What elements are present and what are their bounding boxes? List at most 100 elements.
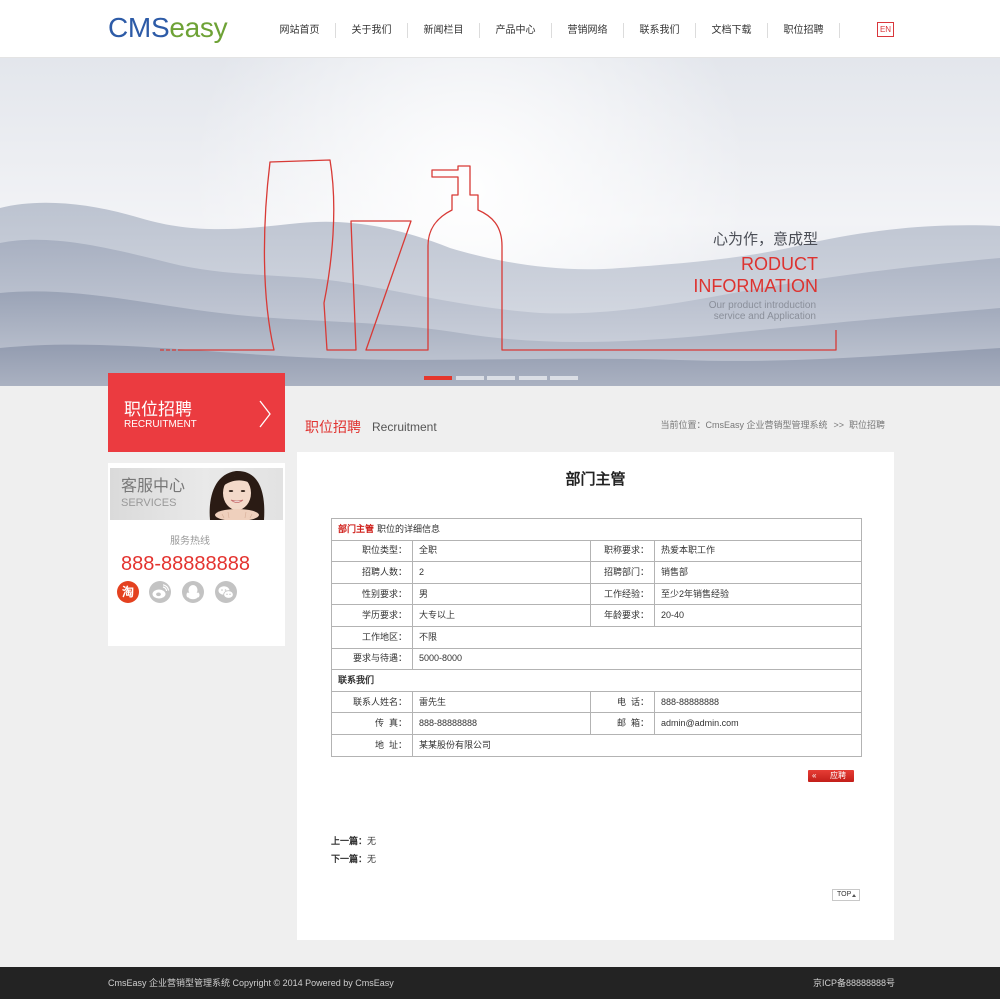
slider-dots — [424, 376, 578, 380]
caption-text: 职位的详细信息 — [377, 523, 441, 534]
nav-item-news[interactable]: 新闻栏目 — [408, 23, 480, 38]
breadcrumb-home-link[interactable]: CmsEasy 企业营销型管理系统 — [705, 420, 827, 430]
sidebar-section-title: 职位招聘 RECRUITMENT — [108, 373, 285, 452]
site-header: CMSeasy 网站首页 关于我们 新闻栏目 产品中心 营销网络 联系我们 文档… — [0, 0, 1000, 58]
chevron-right-icon — [259, 400, 271, 428]
field-label: 邮 箱： — [590, 712, 655, 735]
field-value: 大专以上 — [412, 604, 591, 627]
prev-article-label: 上一篇： — [331, 836, 368, 846]
weibo-icon[interactable] — [149, 581, 171, 603]
field-label: 学历要求： — [331, 604, 413, 627]
service-title: 客服中心 — [121, 478, 186, 495]
service-header: 客服中心 SERVICES — [110, 468, 283, 520]
sidebar-title-en: RECRUITMENT — [124, 419, 197, 430]
breadcrumb-separator: >> — [833, 420, 844, 430]
field-label: 要求与待遇： — [331, 647, 413, 671]
next-article-value: 无 — [367, 854, 377, 864]
contact-heading: 联系我们 — [330, 669, 863, 692]
field-value: 销售部 — [653, 561, 863, 584]
field-label: 职称要求： — [590, 539, 655, 563]
job-detail-panel: 部门主管 部门主管 职位的详细信息 职位类型： 全职 职称要求： 热爱本职工作 招… — [297, 452, 894, 940]
field-value: 男 — [412, 582, 591, 606]
field-value: 888-88888888 — [653, 690, 863, 714]
breadcrumb-label: 当前位置： — [660, 420, 706, 430]
footer-icp: 京ICP备88888888号 — [812, 978, 895, 988]
field-label: 工作经验： — [590, 582, 655, 606]
slider-dot-2[interactable] — [455, 376, 484, 380]
field-value: 热爱本职工作 — [653, 539, 863, 563]
caption-job-name: 部门主管 — [338, 523, 375, 534]
field-value: 全职 — [412, 539, 591, 563]
hotline-number: 888-88888888 — [121, 553, 251, 575]
nav-item-network[interactable]: 营销网络 — [552, 23, 624, 38]
logo-cms: CMS — [108, 12, 170, 43]
back-to-top-label: TOP — [837, 891, 852, 898]
table-row: 部门主管 职位的详细信息 — [330, 518, 863, 541]
nav-item-jobs[interactable]: 职位招聘 — [768, 23, 840, 38]
apply-button[interactable]: « 应聘 — [808, 770, 854, 782]
wechat-icon[interactable] — [215, 581, 237, 603]
slider-dot-3[interactable] — [487, 376, 515, 380]
field-label: 联系人姓名： — [331, 690, 413, 714]
field-value: 某某股份有限公司 — [411, 733, 863, 757]
field-label: 招聘人数： — [331, 561, 413, 584]
footer-copyright: CmsEasy 企业营销型管理系统 Copyright © 2014 Power… — [108, 978, 394, 988]
nav-item-products[interactable]: 产品中心 — [480, 23, 552, 38]
prev-article: 上一篇：无 — [331, 835, 376, 847]
service-agent-photo — [209, 470, 265, 520]
field-value: 888-88888888 — [412, 712, 591, 735]
breadcrumb: 当前位置：CmsEasy 企业营销型管理系统 >> 职位招聘 — [660, 420, 885, 431]
field-label: 性别要求： — [331, 582, 413, 606]
double-chevron-left-icon: « — [812, 771, 817, 780]
table-row: 性别要求： 男 工作经验： 至少2年销售经验 — [331, 582, 863, 606]
taobao-icon[interactable]: 淘 — [117, 581, 139, 603]
job-detail-table: 部门主管 职位的详细信息 职位类型： 全职 职称要求： 热爱本职工作 招聘人数： … — [330, 518, 863, 757]
qq-icon[interactable] — [182, 581, 204, 603]
banner-slogan: 心为作，意成型 — [712, 231, 818, 248]
slider-dot-1[interactable] — [424, 376, 452, 380]
field-label: 年龄要求： — [590, 604, 655, 627]
slider-dot-4[interactable] — [518, 376, 547, 380]
field-label: 电 话： — [590, 690, 655, 714]
apply-button-label: 应聘 — [830, 771, 846, 780]
job-title: 部门主管 — [565, 471, 626, 488]
field-value: 至少2年销售经验 — [653, 582, 863, 606]
banner-subtitle-line2: service and Application — [713, 311, 816, 322]
table-row: 联系人姓名： 雷先生 电 话： 888-88888888 — [331, 690, 863, 714]
slider-dot-5[interactable] — [550, 376, 578, 380]
customer-service-panel: 客服中心 SERVICES 服务热线 888-88888888 淘 — [108, 463, 285, 646]
field-label: 职位类型： — [331, 539, 413, 563]
back-to-top-button[interactable]: TOP — [832, 889, 860, 901]
field-label: 地 址： — [331, 733, 413, 757]
field-label: 工作地区： — [331, 625, 413, 649]
table-row: 学历要求： 大专以上 年龄要求： 20-40 — [331, 604, 863, 627]
nav-item-about[interactable]: 关于我们 — [336, 23, 408, 38]
next-article-label: 下一篇： — [331, 854, 368, 864]
prev-article-value: 无 — [367, 836, 377, 846]
field-label: 招聘部门： — [590, 561, 655, 584]
breadcrumb-current: 职位招聘 — [848, 420, 885, 430]
page-title: 职位招聘 — [305, 419, 361, 435]
logo-easy: easy — [169, 12, 228, 43]
nav-item-downloads[interactable]: 文档下载 — [696, 23, 768, 38]
field-label: 传 真： — [331, 712, 413, 735]
field-value: admin@admin.com — [653, 712, 863, 735]
banner-image — [0, 58, 1000, 386]
field-value: 5000-8000 — [411, 647, 863, 671]
table-row: 联系我们 — [330, 669, 863, 692]
table-row: 要求与待遇： 5000-8000 — [331, 647, 863, 671]
language-switch-button[interactable]: EN — [877, 22, 894, 37]
site-logo[interactable]: CMSeasy — [108, 12, 228, 43]
field-value: 2 — [412, 561, 591, 584]
banner-title-line1: RODUCT — [741, 254, 818, 274]
banner-title-line2: INFORMATION — [693, 276, 818, 296]
page-title-en: Recruitment — [372, 420, 437, 434]
table-row: 招聘人数： 2 招聘部门： 销售部 — [331, 561, 863, 584]
hotline-label: 服务热线 — [170, 536, 210, 547]
triangle-up-icon — [852, 893, 856, 897]
table-row: 工作地区： 不限 — [331, 625, 863, 649]
service-title-en: SERVICES — [121, 497, 177, 509]
next-article: 下一篇：无 — [331, 853, 376, 865]
nav-item-contact[interactable]: 联系我们 — [624, 23, 696, 38]
nav-item-home[interactable]: 网站首页 — [264, 23, 336, 38]
